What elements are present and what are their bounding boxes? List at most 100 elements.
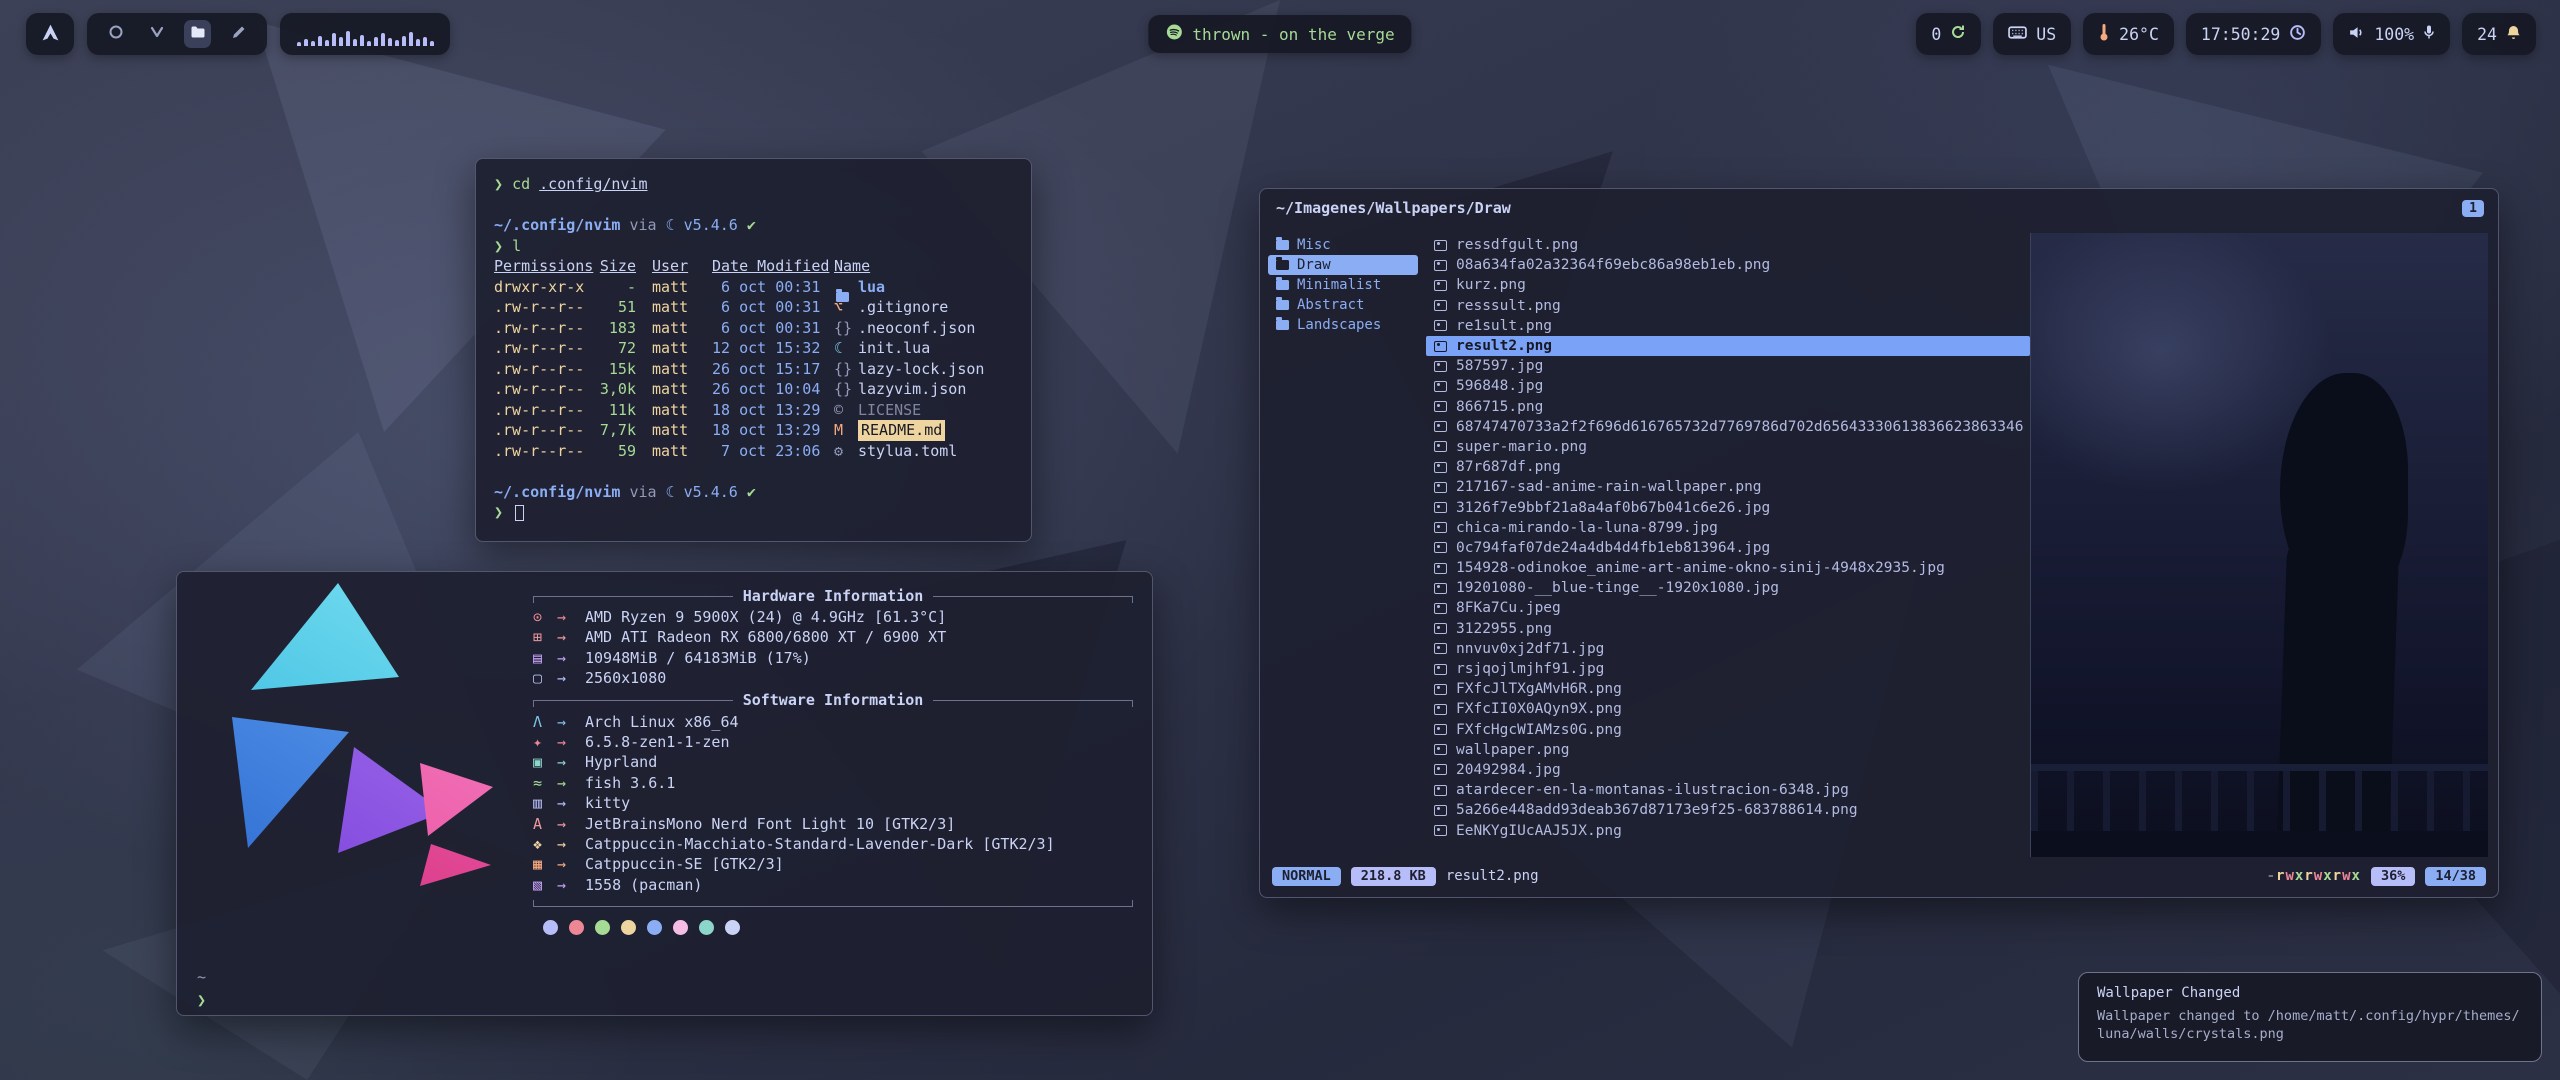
file-list-item[interactable]: 3126f7e9bbf21a8a4af0b67b041c6e26.jpg — [1426, 497, 2030, 517]
music-player-module[interactable]: thrown - on the verge — [1148, 15, 1411, 53]
file-name: init.lua — [858, 338, 930, 359]
updates-count: 0 — [1931, 25, 1941, 44]
terminal-input-line[interactable]: ❯ — [494, 502, 1013, 523]
weather-module[interactable]: 26°C — [2083, 13, 2174, 55]
sidebar-folder-item[interactable]: Minimalist — [1268, 275, 1418, 295]
file-list-item[interactable]: 587597.jpg — [1426, 356, 2030, 376]
arrow-icon: → — [557, 607, 585, 627]
file-name: FXfcII0X0AQyn9X.png — [1456, 701, 1622, 717]
terminal-command-line: ❯ l — [494, 236, 1013, 257]
file-list-item[interactable]: wallpaper.png — [1426, 740, 2030, 760]
file-list-item[interactable]: 0c794faf07de24a4db4d4fb1eb813964.jpg — [1426, 538, 2030, 558]
volume-module[interactable]: 100% — [2333, 13, 2450, 55]
clock-module[interactable]: 17:50:29 — [2186, 13, 2321, 55]
file-name: lazy-lock.json — [858, 359, 984, 380]
file-list-item[interactable]: 5a266e448add93deab367d87173e9f25-6837886… — [1426, 800, 2030, 820]
file-name: kurz.png — [1456, 277, 1526, 293]
image-file-icon — [1434, 704, 1447, 715]
notification-popup[interactable]: Wallpaper Changed Wallpaper changed to /… — [2078, 972, 2542, 1062]
palette-dot — [569, 920, 584, 935]
file-list-item[interactable]: atardecer-en-la-montanas-ilustracion-634… — [1426, 780, 2030, 800]
file-list-item[interactable]: 68747470733a2f2f696d616765732d7769786d70… — [1426, 417, 2030, 437]
file-list-item[interactable]: 154928-odinokoe_anime-art-anime-okno-sin… — [1426, 558, 2030, 578]
file-list-item[interactable]: 217167-sad-anime-rain-wallpaper.png — [1426, 477, 2030, 497]
sidebar-folder-item[interactable]: Draw — [1268, 255, 1418, 275]
workspace-3[interactable] — [184, 20, 211, 48]
file-name: README.md — [858, 420, 945, 441]
palette-dot — [699, 920, 714, 935]
file-list-item[interactable]: 596848.jpg — [1426, 376, 2030, 396]
sidebar-folder-item[interactable]: Abstract — [1268, 295, 1418, 315]
file-list-item[interactable]: result2.png — [1426, 336, 2030, 356]
folder-icon — [1276, 260, 1289, 270]
command-text: cd — [512, 175, 530, 193]
file-list-item[interactable]: 08a634fa02a32364f69ebc86a98eb1eb.png — [1426, 255, 2030, 275]
starship-prompt-line: ~/.config/nvim via ☾ v5.4.6 ✔ — [494, 215, 1013, 236]
file-position-badge: 14/38 — [2425, 867, 2486, 886]
file-list-item[interactable]: 3122955.png — [1426, 619, 2030, 639]
info-value: AMD ATI Radeon RX 6800/6800 XT / 6900 XT — [585, 627, 946, 647]
file-list-item[interactable]: rsjqojlmjhf91.jpg — [1426, 659, 2030, 679]
file-list-item[interactable]: chica-mirando-la-luna-8799.jpg — [1426, 518, 2030, 538]
fastfetch-terminal-window[interactable]: Hardware Information ⊙ → AMD Ryzen 9 590… — [176, 571, 1153, 1016]
file-list-item[interactable]: FXfcII0X0AQyn9X.png — [1426, 699, 2030, 719]
arrow-icon: → — [557, 814, 585, 834]
file-name: stylua.toml — [858, 441, 957, 462]
info-icon: ▥ — [533, 793, 557, 813]
workspace-2[interactable] — [143, 20, 170, 48]
visualizer-bar — [409, 32, 413, 46]
sidebar-folder-item[interactable]: Landscapes — [1268, 315, 1418, 335]
hardware-section-header: Hardware Information — [533, 585, 1133, 606]
file-list-item[interactable]: 19201080-__blue-tinge__-1920x1080.jpg — [1426, 578, 2030, 598]
fetch-info-row: ▤ → 10948MiB / 64183MiB (17%) — [533, 648, 1133, 668]
visualizer-bar — [367, 41, 371, 46]
file-list-item[interactable]: FXfcHgcWIAMzs0G.png — [1426, 720, 2030, 740]
kitty-terminal-window[interactable]: ❯ cd .config/nvim ~/.config/nvim via ☾ v… — [475, 158, 1032, 542]
status-bar: NORMAL 218.8 KB result2.png -rwxrwxrwx 3… — [1272, 863, 2486, 889]
fetch-info-row: ⊙ → AMD Ryzen 9 5900X (24) @ 4.9GHz [61.… — [533, 607, 1133, 627]
info-icon: ▤ — [533, 648, 557, 668]
keyboard-layout-module[interactable]: US — [1993, 13, 2071, 55]
image-file-icon — [1434, 361, 1447, 372]
file-list-item[interactable]: re1sult.png — [1426, 316, 2030, 336]
palette-dot — [595, 920, 610, 935]
file-name: 87r687df.png — [1456, 459, 1561, 475]
arrow-icon: → — [557, 627, 585, 647]
image-file-icon — [1434, 603, 1447, 614]
fetch-info-row: ▣ → Hyprland — [533, 752, 1133, 772]
info-value: Arch Linux x86_64 — [585, 712, 739, 732]
app-launcher-button[interactable] — [26, 13, 74, 55]
top-bar: thrown - on the verge 0 US 26°C 17:50:29… — [0, 12, 2560, 56]
keyboard-icon — [2008, 25, 2027, 44]
clock-icon — [2289, 24, 2306, 45]
info-value: Catppuccin-Macchiato-Standard-Lavender-D… — [585, 834, 1055, 854]
updates-module[interactable]: 0 — [1916, 13, 1981, 55]
circle-icon — [108, 24, 124, 44]
file-list-item[interactable]: resssult.png — [1426, 296, 2030, 316]
image-file-icon — [1434, 744, 1447, 755]
sidebar-folder-item[interactable]: Misc — [1268, 235, 1418, 255]
yazi-file-manager-window[interactable]: ~/Imagenes/Wallpapers/Draw 1 Misc Draw M… — [1259, 188, 2499, 898]
visualizer-bar — [374, 37, 378, 46]
file-list-item[interactable]: 87r687df.png — [1426, 457, 2030, 477]
file-list-item[interactable]: ressdfgult.png — [1426, 235, 2030, 255]
workspace-1[interactable] — [102, 20, 129, 48]
lua-icon: ☾ — [666, 483, 675, 501]
file-list-item[interactable]: kurz.png — [1426, 275, 2030, 295]
image-file-icon — [1434, 563, 1447, 574]
permission-char: - — [2267, 868, 2276, 884]
workspace-4[interactable] — [225, 20, 252, 48]
file-list-item[interactable]: nnvuv0xj2df71.jpg — [1426, 639, 2030, 659]
bell-icon — [2506, 24, 2521, 44]
file-list-item[interactable]: 8FKa7Cu.jpeg — [1426, 598, 2030, 618]
fetch-info-row: Λ → Arch Linux x86_64 — [533, 712, 1133, 732]
file-list-item[interactable]: FXfcJlTXgAMvH6R.png — [1426, 679, 2030, 699]
file-list-item[interactable]: 866715.png — [1426, 397, 2030, 417]
image-file-icon — [1434, 623, 1447, 634]
file-list-item[interactable]: EeNKYgIUcAAJ5JX.png — [1426, 820, 2030, 840]
file-list-item[interactable]: super-mario.png — [1426, 437, 2030, 457]
visualizer-bar — [346, 31, 350, 46]
file-list-item[interactable]: 20492984.jpg — [1426, 760, 2030, 780]
arrow-icon: → — [557, 752, 585, 772]
notifications-module[interactable]: 24 — [2462, 13, 2536, 55]
